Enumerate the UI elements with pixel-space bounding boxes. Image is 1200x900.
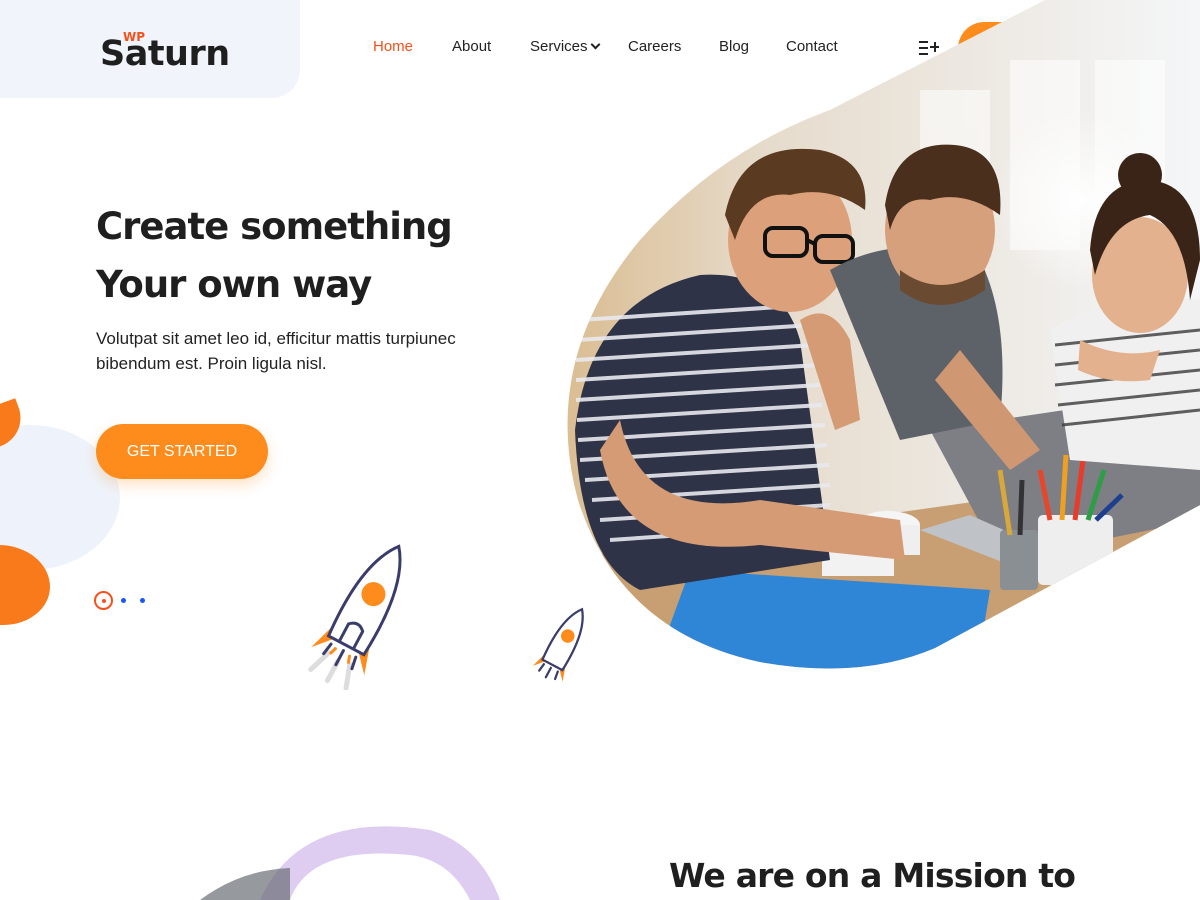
hero-title-line-2: Your own way [96,263,372,306]
rocket-illustration-small [532,607,584,682]
nav-item-careers[interactable]: Careers [628,38,681,55]
nav-item-services-label: Services [530,38,588,55]
nav-item-blog[interactable]: Blog [719,38,749,55]
hero-title-line-1: Create something [96,205,453,248]
linkedin-icon[interactable] [1046,42,1060,55]
hero-description: Volutpat sit amet leo id, efficitur matt… [96,329,456,373]
social-links [958,22,1119,75]
get-started-button[interactable]: GET STARTED [96,424,268,479]
hero-title: Create something Your own way [96,198,453,314]
nav-item-contact[interactable]: Contact [786,38,838,55]
facebook-icon[interactable] [990,42,1004,55]
chevron-down-icon [590,39,600,50]
slider-pagination [94,591,154,611]
mission-heading: We are on a Mission to [669,856,1076,895]
slider-dot-1[interactable] [94,591,113,610]
nav-item-about[interactable]: About [452,38,491,55]
slider-dot-2[interactable] [121,598,126,603]
menu-plus-icon[interactable] [919,41,939,55]
main-navigation: Home About Services Careers Blog Contact [0,38,900,60]
nav-item-home[interactable]: Home [373,38,413,55]
twitter-icon[interactable] [1073,42,1088,55]
rocket-illustration-large [308,544,402,690]
nav-item-services[interactable]: Services [530,38,600,55]
slider-dot-3[interactable] [140,598,145,603]
instagram-icon[interactable] [1018,42,1032,55]
mission-image-arc [200,826,500,900]
